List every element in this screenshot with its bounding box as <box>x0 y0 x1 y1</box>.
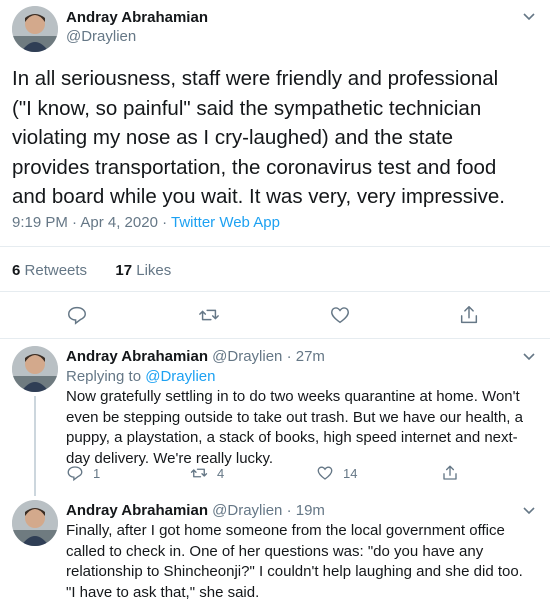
author-name[interactable]: Andray Abrahamian <box>66 9 208 26</box>
thread-connector <box>34 396 36 496</box>
author-name[interactable]: Andray Abrahamian <box>66 348 208 365</box>
author-handle[interactable]: @Draylien <box>212 348 282 365</box>
retweets-label: Retweets <box>24 262 88 279</box>
like-count: 14 <box>343 465 358 481</box>
retweet-icon <box>190 468 208 478</box>
tweet-meta: 9:19 PM · Apr 4, 2020 · Twitter Web App <box>12 214 280 231</box>
divider <box>0 246 550 247</box>
reply-age[interactable]: 27m <box>296 348 325 365</box>
share-icon[interactable] <box>441 464 459 482</box>
likes-label: Likes <box>136 262 172 279</box>
author-handle[interactable]: @Draylien <box>66 28 136 45</box>
tweet-source-app[interactable]: Twitter Web App <box>171 214 280 231</box>
likes-count: 17 <box>115 262 133 279</box>
retweet-icon[interactable] <box>198 304 220 326</box>
replying-prefix: Replying to <box>66 368 146 385</box>
tweet-timestamp[interactable]: 9:19 PM · Apr 4, 2020 · <box>12 214 171 231</box>
like-icon[interactable] <box>329 304 351 326</box>
retweet-action[interactable]: 4 <box>190 464 224 482</box>
divider <box>0 338 550 339</box>
share-icon[interactable] <box>458 304 480 326</box>
reply-header: Andray Abrahamian @Draylien · 27m <box>66 348 325 365</box>
chevron-down-icon[interactable] <box>522 506 536 516</box>
author-name[interactable]: Andray Abrahamian <box>66 502 208 519</box>
tweet-stats: 6 Retweets 17 Likes <box>12 262 171 279</box>
like-action[interactable]: 14 <box>316 464 357 482</box>
avatar[interactable] <box>12 6 58 52</box>
replying-to: Replying to @Draylien <box>66 368 215 385</box>
replying-to-handle[interactable]: @Draylien <box>145 368 215 385</box>
reply-action[interactable]: 1 <box>66 464 100 482</box>
retweets-stat[interactable]: 6 Retweets <box>12 262 87 279</box>
divider <box>0 291 550 292</box>
avatar[interactable] <box>12 500 58 546</box>
reply-text: Now gratefully settling in to do two wee… <box>66 388 523 467</box>
chevron-down-icon[interactable] <box>522 12 536 22</box>
reply-icon[interactable] <box>66 304 88 326</box>
tweet-text: In all seriousness, staff were friendly … <box>12 67 505 208</box>
likes-stat[interactable]: 17 Likes <box>115 262 171 279</box>
retweets-count: 6 <box>12 262 21 279</box>
reply-icon <box>67 466 83 482</box>
reply-age[interactable]: 19m <box>296 502 325 519</box>
retweet-count: 4 <box>217 465 225 481</box>
reply-header: Andray Abrahamian @Draylien · 19m <box>66 502 325 519</box>
author-handle[interactable]: @Draylien <box>212 502 282 519</box>
avatar[interactable] <box>12 346 58 392</box>
chevron-down-icon[interactable] <box>522 352 536 362</box>
like-icon <box>317 466 333 480</box>
reply-count: 1 <box>93 465 101 481</box>
